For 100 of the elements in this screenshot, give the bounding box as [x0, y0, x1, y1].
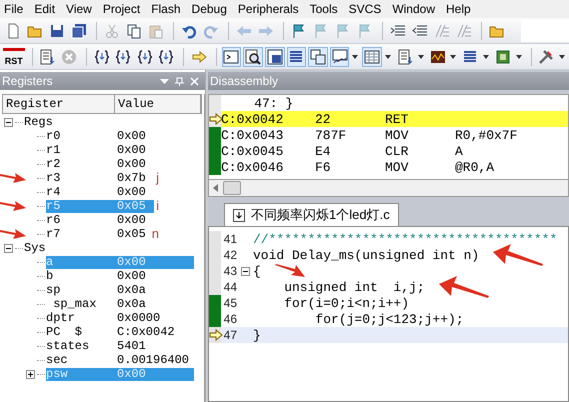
toolbar-button[interactable]: [362, 46, 382, 66]
toolbar-button[interactable]: [264, 46, 285, 66]
menu-item[interactable]: Flash: [149, 2, 190, 16]
toolbar-combo-field[interactable]: [521, 20, 569, 42]
register-row[interactable]: sec 0.00196400: [46, 354, 194, 366]
register-row[interactable]: dptr 0x0000: [46, 312, 194, 324]
menu-item[interactable]: Project: [100, 2, 150, 16]
toolbar-button[interactable]: [222, 46, 242, 66]
register-row[interactable]: b 0x00: [46, 270, 194, 282]
collapse-icon[interactable]: [240, 266, 250, 276]
flag-icon: [313, 22, 329, 38]
scroll-left-icon[interactable]: [213, 184, 219, 192]
register-row[interactable]: r6 0x00: [46, 214, 194, 226]
dropdown-caret-icon[interactable]: [418, 54, 424, 58]
register-row[interactable]: PC $ C:0x0042: [46, 326, 194, 338]
tree-node[interactable]: Sys: [24, 242, 194, 254]
menu-item[interactable]: File: [2, 2, 32, 16]
horizontal-scrollbar[interactable]: [208, 180, 569, 197]
register-row[interactable]: r1 0x00: [46, 144, 194, 156]
register-row[interactable]: states 5401: [46, 340, 194, 352]
flag-icon: [357, 22, 373, 38]
disassembly-line: C:0x0045 E4 CLR A: [221, 144, 463, 158]
toolbar-button[interactable]: [286, 46, 306, 66]
pin-icon[interactable]: [175, 76, 184, 86]
collapse-icon[interactable]: [4, 118, 13, 126]
menu-item[interactable]: SVCS: [346, 2, 390, 16]
register-row[interactable]: r3 0x7b: [46, 172, 154, 184]
menu-item[interactable]: Tools: [308, 2, 347, 16]
list-icon: [462, 48, 478, 64]
terminal-icon: [223, 48, 240, 64]
file-tab[interactable]: 不同频率闪烁1个led灯.c: [224, 203, 399, 226]
flag-icon: [335, 22, 351, 38]
document-icon: [39, 48, 56, 64]
braces-icon: [94, 48, 110, 64]
outdent-icon: [412, 22, 428, 38]
close-icon[interactable]: [190, 76, 199, 86]
toolbar-button[interactable]: [330, 46, 350, 66]
toolbar-button[interactable]: [243, 46, 263, 66]
register-row[interactable]: r0 0x00: [46, 130, 194, 142]
stop-icon: [60, 48, 77, 64]
dropdown-caret-icon[interactable]: [352, 54, 358, 58]
toolbar-button[interactable]: [308, 46, 328, 66]
line-number: 42: [222, 248, 237, 262]
handwritten-note: n: [152, 227, 159, 241]
window-icon: [266, 48, 283, 64]
magnifier-icon: [245, 48, 262, 64]
line-number: 43: [222, 264, 237, 278]
braces-icon: [115, 48, 132, 64]
handwritten-note: j: [156, 171, 159, 185]
scrollbar-thumb[interactable]: [223, 181, 241, 195]
dropdown-caret-icon[interactable]: [482, 54, 489, 58]
document-icon: [233, 208, 245, 222]
line-number: 47: [222, 328, 237, 342]
register-row[interactable]: r2 0x00: [46, 158, 194, 170]
flag-icon: [291, 22, 307, 38]
register-row[interactable]: sp 0x0a: [46, 284, 194, 296]
chart-icon: [332, 48, 348, 64]
expand-icon[interactable]: [26, 370, 35, 378]
slashes-icon: [456, 22, 472, 38]
panel-title: Registers: [2, 74, 53, 88]
code-line: unsigned int i,j;: [283, 280, 425, 294]
source-line: 47: }: [253, 96, 294, 110]
line-number: 45: [222, 296, 237, 310]
line-number: 44: [222, 280, 237, 294]
column-header[interactable]: Value: [115, 95, 201, 113]
code-line: void Delay_ms(unsigned int n): [253, 248, 480, 262]
menu-item[interactable]: Debug: [190, 2, 236, 16]
column-header[interactable]: Register: [3, 95, 115, 113]
menu-item[interactable]: View: [64, 2, 101, 16]
reset-button[interactable]: RST: [3, 48, 25, 66]
braces-icon: [136, 48, 153, 64]
code-line: for(i=0;i<n;i++): [283, 296, 410, 310]
line-number: 46: [222, 312, 237, 326]
grid-icon: [364, 48, 380, 64]
collapse-icon[interactable]: [4, 244, 13, 252]
list-icon: [288, 48, 304, 64]
dropdown-caret-icon[interactable]: [450, 54, 456, 58]
disassembly-line: C:0x0043 787F MOV R0,#0x7F: [221, 128, 518, 142]
dropdown-caret-icon[interactable]: [559, 54, 566, 58]
chip-icon: [494, 48, 511, 64]
menu-item[interactable]: Window: [390, 2, 444, 16]
menu-item[interactable]: Peripherals: [236, 2, 308, 16]
menu-item[interactable]: Edit: [32, 2, 64, 16]
toolbar-button[interactable]: [38, 46, 58, 66]
scissors-icon: [104, 22, 120, 38]
register-row[interactable]: sp_max 0x0a: [46, 298, 194, 310]
copy-icon: [126, 22, 142, 38]
code-line: }: [253, 328, 261, 342]
dropdown-caret-icon[interactable]: [385, 54, 392, 58]
register-row[interactable]: r7 0x05: [46, 228, 150, 240]
register-row[interactable]: r4 0x00: [46, 186, 194, 198]
floppy-disks-icon: [71, 22, 87, 38]
tools-icon: [538, 48, 554, 64]
menu-item[interactable]: Help: [444, 2, 480, 16]
slashes-icon: [434, 22, 450, 38]
clipboard-icon: [148, 22, 164, 38]
panel-title: Disassembly: [210, 74, 278, 88]
tree-node[interactable]: Regs: [24, 116, 194, 128]
indent-icon: [390, 22, 406, 38]
dropdown-caret-icon[interactable]: [516, 54, 522, 58]
